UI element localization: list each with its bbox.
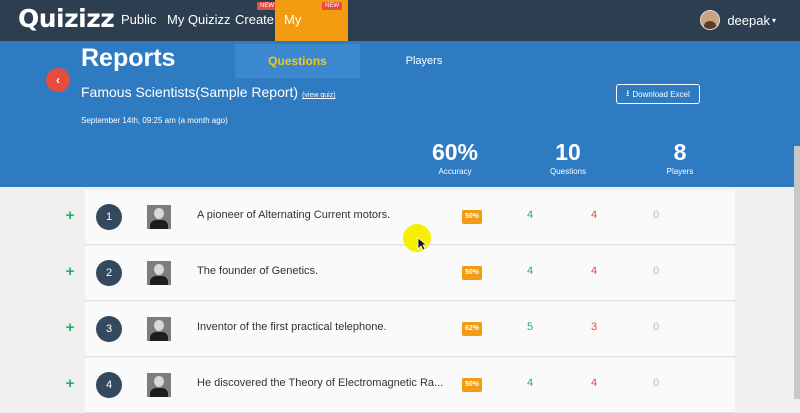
question-number: 3 bbox=[96, 316, 122, 342]
nav-create-label: Create bbox=[235, 12, 275, 27]
accuracy-badge: 50% bbox=[462, 210, 482, 224]
expand-plus-icon[interactable]: + bbox=[64, 319, 76, 336]
incorrect-count: 4 bbox=[590, 265, 598, 277]
correct-count: 5 bbox=[526, 321, 534, 333]
top-nav: Quizizz Public My Quizizz Create NEW My … bbox=[0, 0, 800, 66]
question-text: The founder of Genetics. bbox=[197, 265, 319, 277]
stat-questions: 10 Questions bbox=[518, 138, 618, 178]
nav-my-quizizz-label: My Quizizz bbox=[167, 12, 231, 27]
correct-count: 4 bbox=[526, 209, 534, 221]
incorrect-count: 4 bbox=[590, 209, 598, 221]
download-excel-label: Download Excel bbox=[632, 89, 690, 99]
mouse-pointer-icon bbox=[417, 237, 427, 251]
username: deepak bbox=[727, 12, 770, 28]
new-badge: NEW bbox=[322, 2, 342, 10]
question-text: A pioneer of Alternating Current motors. bbox=[197, 209, 391, 221]
unattempted-count: 0 bbox=[652, 321, 660, 333]
accuracy-badge: 50% bbox=[462, 266, 482, 280]
question-number: 4 bbox=[96, 372, 122, 398]
page-title: Reports bbox=[81, 44, 176, 72]
stat-players-label: Players bbox=[666, 167, 694, 176]
logo[interactable]: Quizizz bbox=[18, 4, 115, 33]
stat-players: 8 Players bbox=[630, 138, 730, 178]
report-date: September 14th, 09:25 am (a month ago) bbox=[81, 116, 228, 125]
scientist-portrait bbox=[147, 261, 171, 285]
accuracy-badge: 62% bbox=[462, 322, 482, 336]
question-number: 2 bbox=[96, 260, 122, 286]
stat-questions-value: 10 bbox=[555, 139, 581, 165]
question-number: 1 bbox=[96, 204, 122, 230]
nav-public-label: Public bbox=[121, 12, 157, 27]
incorrect-count: 4 bbox=[590, 377, 598, 389]
unattempted-count: 0 bbox=[652, 209, 660, 221]
scrollbar[interactable] bbox=[794, 146, 800, 399]
quiz-name: Famous Scientists(Sample Report) (view qu… bbox=[81, 84, 336, 100]
correct-count: 4 bbox=[526, 377, 534, 389]
tab-players[interactable]: Players bbox=[380, 44, 468, 78]
question-text: He discovered the Theory of Electromagne… bbox=[197, 377, 444, 389]
expand-plus-icon[interactable]: + bbox=[64, 207, 76, 224]
tab-questions[interactable]: Questions bbox=[235, 44, 360, 78]
scientist-portrait bbox=[147, 373, 171, 397]
stat-accuracy: 60% Accuracy bbox=[405, 138, 505, 178]
unattempted-count: 0 bbox=[652, 377, 660, 389]
scientist-portrait bbox=[147, 205, 171, 229]
back-button[interactable]: ‹ bbox=[46, 68, 70, 92]
stat-accuracy-value: 60% bbox=[431, 139, 479, 165]
stat-questions-label: Questions bbox=[549, 167, 587, 176]
avatar bbox=[700, 10, 721, 30]
question-text: Inventor of the first practical telephon… bbox=[197, 321, 387, 333]
expand-plus-icon[interactable]: + bbox=[64, 375, 76, 392]
chevron-down-icon: ▾ bbox=[771, 15, 776, 25]
view-quiz-link[interactable]: (view quiz) bbox=[302, 92, 335, 99]
download-excel-button[interactable]: ⭳ Download Excel bbox=[616, 84, 700, 104]
question-row[interactable]: 3 Inventor of the first practical teleph… bbox=[85, 302, 735, 357]
chevron-left-icon: ‹ bbox=[56, 73, 60, 87]
question-row[interactable]: 2 The founder of Genetics. 50% 4 4 0 bbox=[85, 246, 735, 301]
stat-players-value: 8 bbox=[673, 139, 687, 165]
user-menu[interactable]: deepak ▾ bbox=[700, 10, 776, 30]
question-row[interactable]: 4 He discovered the Theory of Electromag… bbox=[85, 358, 735, 413]
expand-plus-icon[interactable]: + bbox=[64, 263, 76, 280]
nav-my-reports[interactable]: My Reports NEW bbox=[275, 0, 348, 66]
stat-accuracy-label: Accuracy bbox=[438, 167, 472, 176]
scientist-portrait bbox=[147, 317, 171, 341]
download-icon: ⭳ bbox=[626, 88, 630, 98]
quiz-name-text: Famous Scientists(Sample Report) bbox=[81, 84, 299, 100]
accuracy-badge: 50% bbox=[462, 378, 482, 392]
unattempted-count: 0 bbox=[652, 265, 660, 277]
incorrect-count: 3 bbox=[590, 321, 598, 333]
correct-count: 4 bbox=[526, 265, 534, 277]
questions-list: + 1 A pioneer of Alternating Current mot… bbox=[0, 187, 800, 413]
